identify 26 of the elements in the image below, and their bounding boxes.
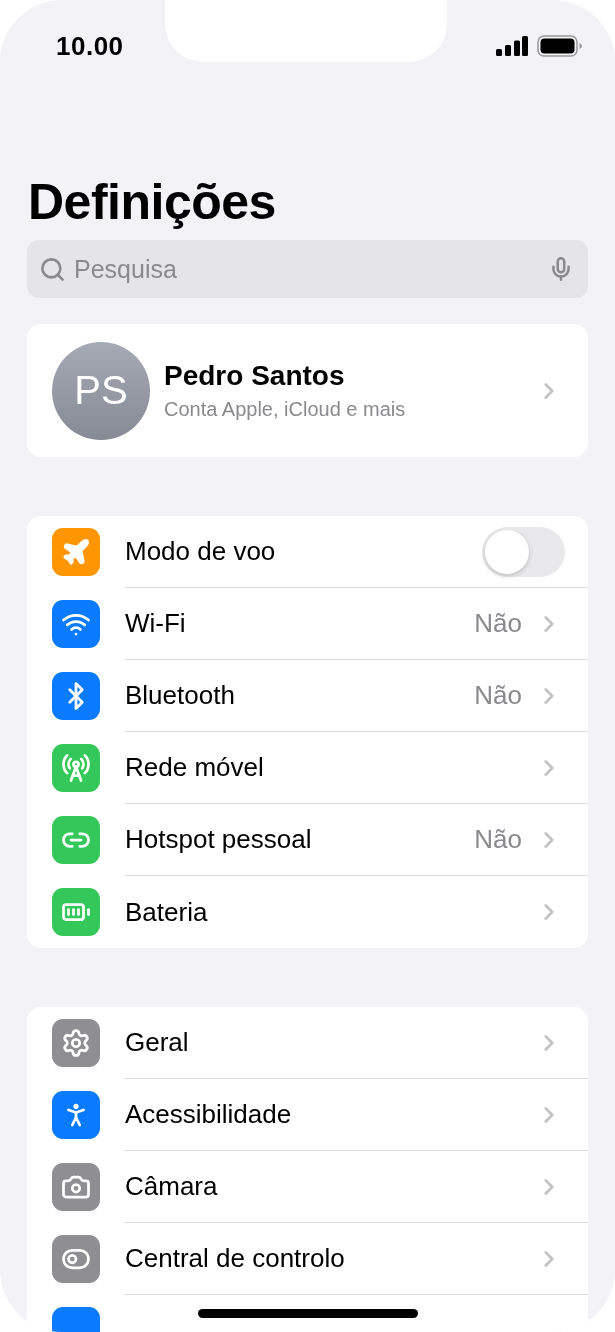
setting-value: Não bbox=[474, 608, 522, 639]
battery-icon bbox=[537, 35, 583, 57]
search-bar[interactable]: Pesquisa bbox=[27, 240, 588, 298]
setting-label[interactable]: Acessibilidade bbox=[125, 1099, 536, 1130]
page-title: Definições bbox=[28, 174, 277, 230]
profile-name: Pedro Santos bbox=[164, 360, 346, 392]
search-icon bbox=[39, 255, 66, 283]
setting-label[interactable]: Wi-Fi bbox=[125, 608, 475, 639]
setting-label[interactable]: Central de controlo bbox=[125, 1243, 536, 1274]
setting-label[interactable]: Câmara bbox=[125, 1171, 536, 1202]
setting-label[interactable]: Rede móvel bbox=[125, 752, 536, 783]
profile-card[interactable]: PS Pedro Santos Conta Apple, iCloud e mais bbox=[27, 324, 588, 457]
setting-label[interactable]: Modo de voo bbox=[125, 536, 482, 567]
toggle-switch[interactable] bbox=[482, 526, 565, 577]
setting-label[interactable]: Geral bbox=[125, 1027, 536, 1058]
setting-label[interactable]: Bateria bbox=[125, 896, 536, 928]
home-indicator[interactable] bbox=[198, 1309, 418, 1318]
setting-label[interactable]: Bluetooth bbox=[125, 680, 475, 711]
search-input[interactable]: Pesquisa bbox=[74, 254, 540, 284]
setting-value: Não bbox=[474, 824, 522, 855]
setting-label[interactable]: Hotspot pessoal bbox=[125, 824, 475, 855]
setting-value: Não bbox=[474, 680, 522, 711]
status-time: 10.00 bbox=[56, 30, 124, 62]
profile-subtitle: Conta Apple, iCloud e mais bbox=[164, 398, 407, 421]
signal-icon bbox=[496, 36, 528, 56]
avatar: PS bbox=[52, 341, 150, 440]
